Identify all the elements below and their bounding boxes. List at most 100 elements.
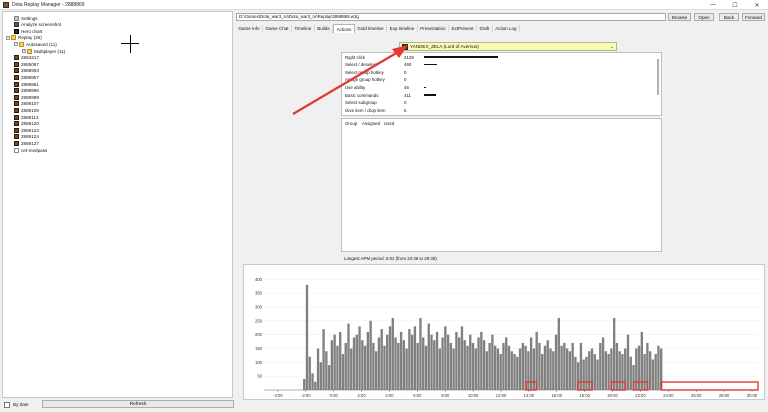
replay-icon [14,55,19,61]
chart-bar [316,348,320,390]
tree-item-label: Multiplayer (11) [34,48,66,54]
tree-item[interactable]: 2889109 [14,107,39,113]
chart-bar [372,342,375,390]
tree-item[interactable]: Analyze screenshot [14,22,61,28]
tab-action-log[interactable]: Action Log [493,25,521,33]
tree-item[interactable]: + Multiplayer (11) [22,48,65,54]
replay-tree[interactable]: Settings Analyze screenshot Hero chart − Rep… [2,11,233,398]
tab-game-info[interactable]: Game Info [236,25,264,33]
tab-presentation[interactable]: Presentation [418,25,449,33]
chart-bar [319,362,322,390]
chart-bar [571,342,574,390]
chart-bar [341,354,345,390]
tab-gold-timeline[interactable]: Gold timeline [355,25,388,33]
collapse-icon[interactable]: − [6,35,10,40]
collapse-icon[interactable]: − [14,42,18,47]
replay-icon [14,134,19,140]
by-date-checkbox[interactable] [4,401,10,408]
chart-bar [305,284,309,390]
back-button[interactable]: Back [719,13,739,21]
tree-item[interactable]: 2889120 [14,121,39,127]
replay-icon [14,61,19,67]
chart-bar [311,373,314,390]
chart-bar [637,345,641,390]
tree-item[interactable]: 2889123 [14,127,39,133]
tree-item[interactable]: 2888903 [14,68,39,74]
player-select[interactable]: YANDEX_ZELA (Lord of Avernus) ⌄ [399,42,617,51]
chart-bar [563,342,566,390]
tree-item-label: Replay (26) [18,35,42,41]
chart-bar [366,331,370,390]
tree-item[interactable]: Hero chart [14,28,42,34]
tree-item[interactable]: 2889124 [14,134,39,140]
chart-bar [505,337,508,390]
apm-chart-svg: 50 100 150 200 250 300 350 400 -4:00 -2:00 0:00 2:0… [255,277,759,398]
tree-item-label: cet-medpass [21,147,48,153]
chart-bar [601,337,605,390]
tree-item[interactable]: 2888999 [14,94,39,100]
chart-bar [510,351,513,390]
tab-timeline[interactable]: Timeline [292,25,315,33]
chart-bar [452,348,455,390]
tab-extpresent[interactable]: ExtPresent [449,25,477,33]
stat-bar [424,56,499,58]
chart-bar [455,331,458,390]
tree-item[interactable]: 2885097 [14,61,39,67]
replay-icon [14,101,19,107]
replay-icon [14,140,19,146]
chart-bar [377,337,381,390]
tree-item[interactable]: cet-medpass [14,147,47,153]
minimize-button[interactable]: — [702,0,724,10]
tree-item[interactable]: 2888996 [14,88,39,94]
tree-item[interactable]: 2888961 [14,81,39,87]
chart-bar [314,381,317,390]
folder-icon [19,41,24,47]
chart-bar [402,340,406,390]
x-tick-label: 22:00 [635,393,646,398]
tab-builds[interactable]: Builds [315,25,334,33]
stat-row: Assign group hotkey 0 [345,77,424,83]
x-tick-label: 0:00 [330,393,339,398]
open-button[interactable]: Open [694,13,714,21]
stat-bar [424,94,436,96]
chart-bar [482,340,486,390]
stat-row: Give item / drop item 6 [345,107,424,113]
refresh-button[interactable]: Refresh [42,400,234,408]
tree-item[interactable]: 2889113 [14,114,39,120]
tree-item-label: 2888996 [21,88,39,94]
stat-row: Select subgroup 0 [345,100,424,106]
expand-icon[interactable]: + [22,49,26,53]
tab-strip: Game Info Game Chat Timeline Builds Actions G… [236,24,521,33]
chart-bar [599,342,602,390]
forward-button[interactable]: Forward [742,13,765,21]
chart-bar [325,351,328,390]
tree-item[interactable]: − Replay (26) [6,35,42,41]
tree-item[interactable]: − Autosaved (11) [14,41,57,47]
replay-icon [14,121,19,127]
maximize-button[interactable]: ☐ [724,0,746,10]
replay-icon [14,88,19,94]
tree-item[interactable]: 2889107 [14,101,39,107]
replay-path-input[interactable]: D:\Games\Dota_war3_ru\Dota_war3_ru\Repla… [236,13,666,21]
tab-draft[interactable]: Draft [477,25,493,33]
replay-icon [14,107,19,113]
browse-button[interactable]: Browse [668,13,691,21]
chevron-down-icon[interactable]: ⌄ [610,44,614,50]
tree-item[interactable]: Settings [14,15,38,21]
tab-actions[interactable]: Actions [333,24,355,33]
stats-scrollbar[interactable] [657,59,659,95]
chart-bar [612,318,616,390]
chart-bar [560,345,563,390]
tab-exp-timeline[interactable]: Exp timeline [387,25,418,33]
tree-item[interactable]: 2884217 [14,55,39,61]
x-tick-label: 14:00 [524,393,535,398]
x-tick-label: 4:00 [385,393,394,398]
column-header-assigned: Assigned [362,121,381,126]
chart-bar [491,334,494,390]
chart-bar [648,351,652,390]
tree-item[interactable]: 2889127 [14,140,39,146]
tree-item[interactable]: 2888957 [14,74,39,80]
camera-icon [14,22,19,28]
close-button[interactable]: ✕ [746,0,768,10]
tab-game-chat[interactable]: Game Chat [263,25,293,33]
